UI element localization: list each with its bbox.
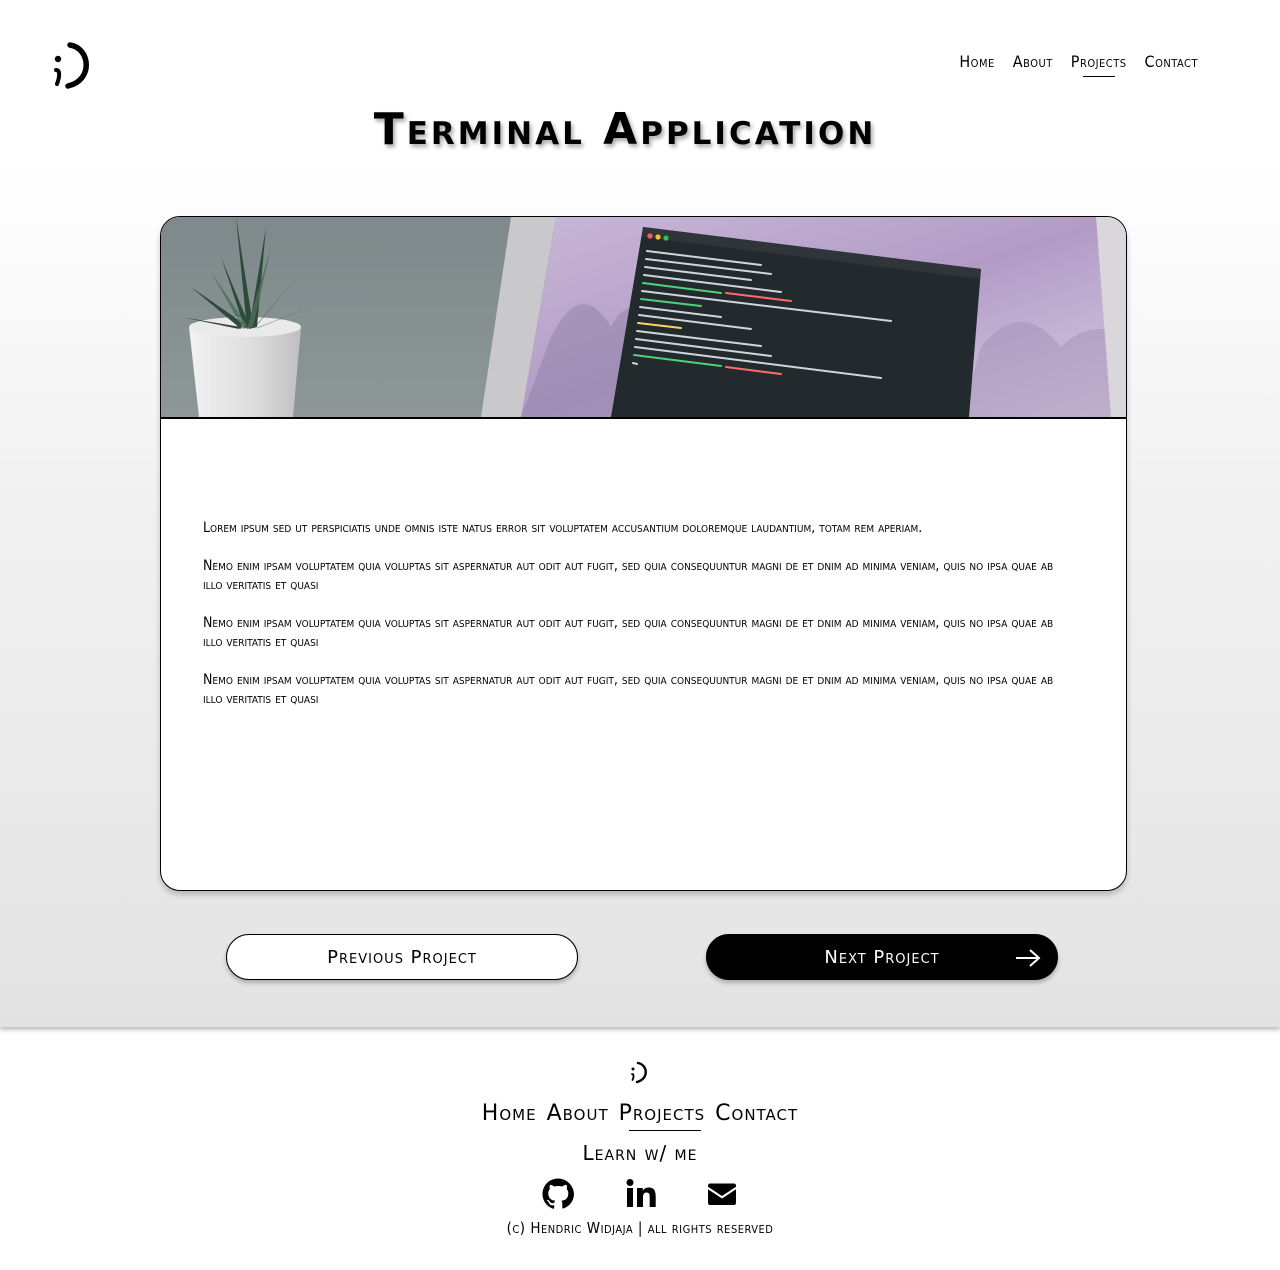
footer-nav-item-home[interactable]: Home <box>482 1101 537 1126</box>
copyright-text: (c) Hendric Widjaja | all rights reserve… <box>506 1219 774 1237</box>
footer-tagline: Learn w/ me <box>582 1141 698 1165</box>
nav-item-contact[interactable]: Contact <box>1143 52 1200 71</box>
footer-nav-item-projects[interactable]: Projects <box>619 1101 706 1131</box>
project-card: Lorem ipsum sed ut perspiciatis unde omn… <box>160 216 1127 891</box>
next-project-label: Next Project <box>824 946 940 968</box>
page: Home About Projects Contact Terminal App… <box>0 0 1280 1270</box>
footer-nav-item-about[interactable]: About <box>547 1101 609 1126</box>
arrow-right-icon <box>1016 949 1041 967</box>
project-hero-image <box>161 217 1126 419</box>
project-description: Lorem ipsum sed ut perspiciatis unde omn… <box>203 519 1073 728</box>
description-paragraph: Nemo enim ipsam voluptatem quia voluptas… <box>203 672 1054 707</box>
footer-nav-item-contact[interactable]: Contact <box>715 1101 798 1126</box>
nav-item-home[interactable]: Home <box>957 52 996 71</box>
top-nav: Home About Projects Contact <box>957 52 1200 77</box>
main-area: Home About Projects Contact Terminal App… <box>0 0 1280 1027</box>
next-project-button[interactable]: Next Project <box>706 934 1058 980</box>
linkedin-icon[interactable] <box>623 1177 657 1211</box>
previous-project-button[interactable]: Previous Project <box>226 934 578 980</box>
social-links <box>0 1177 1280 1211</box>
footer-nav: Home About Projects Contact <box>0 1101 1280 1131</box>
github-icon[interactable] <box>541 1177 575 1211</box>
nav-item-about[interactable]: About <box>1011 52 1055 71</box>
description-paragraph: Lorem ipsum sed ut perspiciatis unde omn… <box>203 520 923 536</box>
description-paragraph: Nemo enim ipsam voluptatem quia voluptas… <box>203 558 1054 593</box>
nav-item-projects[interactable]: Projects <box>1069 52 1129 77</box>
description-paragraph: Nemo enim ipsam voluptatem quia voluptas… <box>203 615 1054 650</box>
laptop-terminal-plant-photo <box>161 217 1126 417</box>
footer: Home About Projects Contact Learn w/ me … <box>0 1027 1280 1270</box>
semicolon-paren-logo-icon[interactable] <box>52 40 94 94</box>
envelope-icon[interactable] <box>705 1177 739 1211</box>
semicolon-paren-logo-icon[interactable] <box>630 1061 650 1085</box>
previous-project-label: Previous Project <box>327 946 477 968</box>
page-title: Terminal Application <box>373 104 877 155</box>
